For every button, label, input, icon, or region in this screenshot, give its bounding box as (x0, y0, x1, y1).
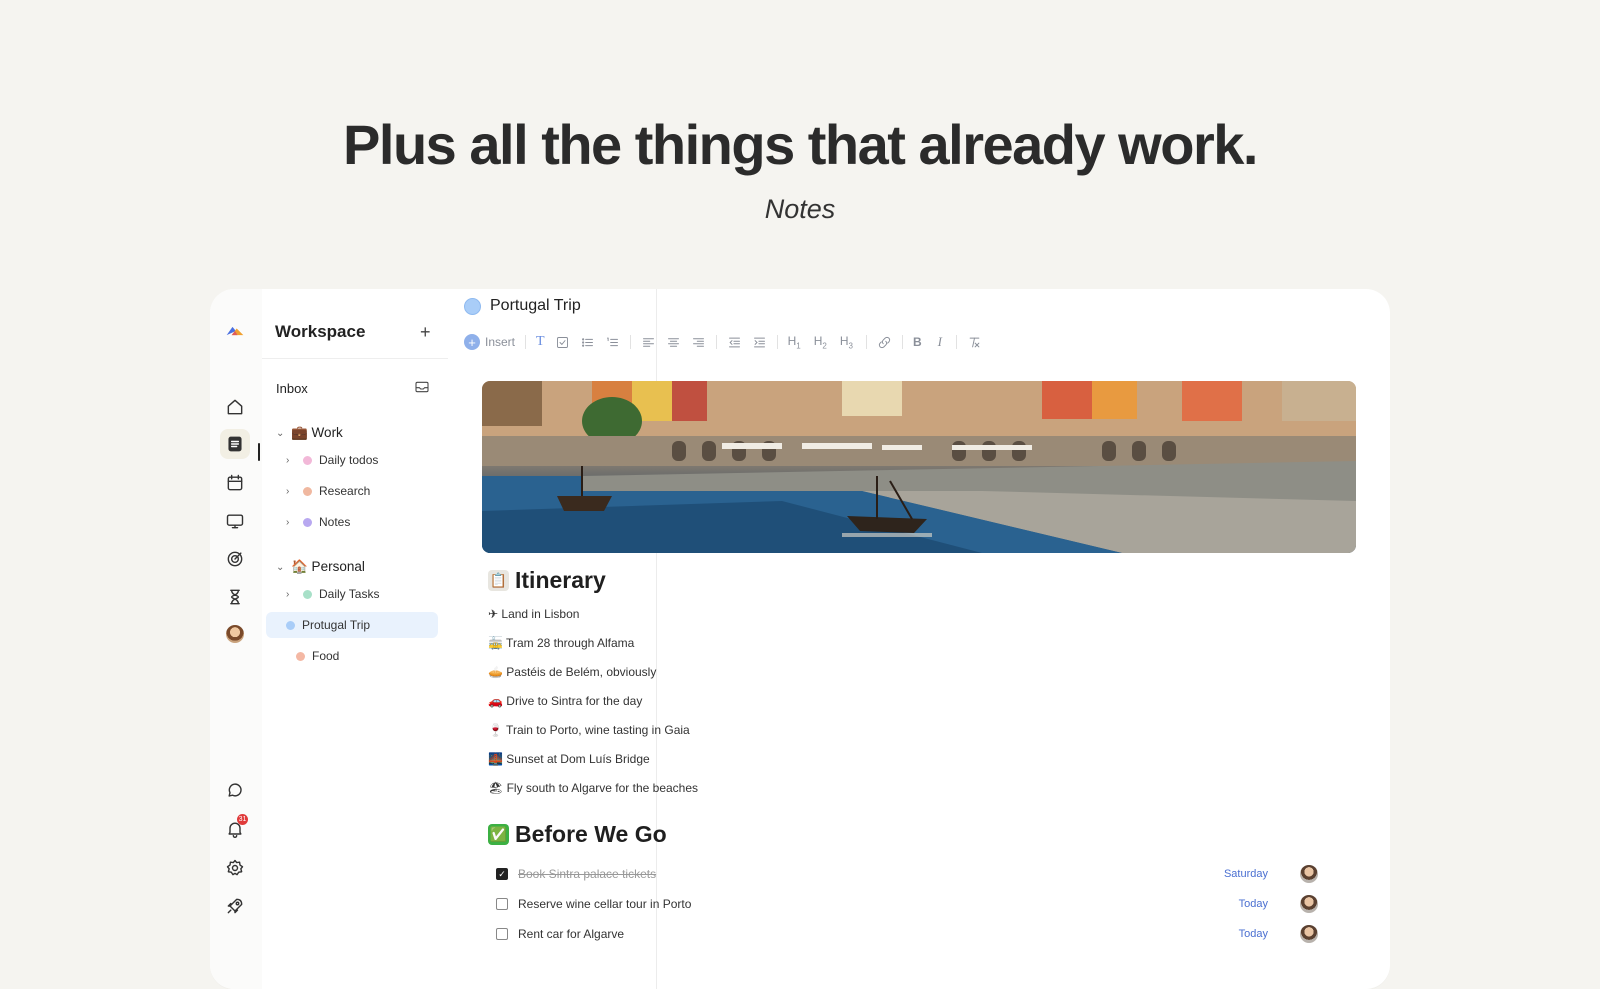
rocket-icon[interactable] (220, 891, 250, 921)
chevron-down-icon: ⌄ (276, 427, 285, 439)
clear-format-icon[interactable] (967, 335, 982, 350)
sidebar-item-food[interactable]: Food (286, 643, 432, 669)
color-dot (303, 455, 312, 465)
clipboard-icon: 📋 (488, 570, 509, 591)
doc-color-icon[interactable] (464, 297, 481, 315)
heading-3-button[interactable]: H3 (840, 334, 853, 350)
link-icon[interactable] (877, 335, 892, 350)
assignee-avatar[interactable] (1300, 925, 1318, 943)
list-item[interactable]: 🚗 Drive to Sintra for the day (488, 694, 642, 708)
plus-icon: + (464, 334, 480, 350)
check-icon: ✅ (488, 824, 509, 845)
list-item[interactable]: 🏖 Fly south to Algarve for the beaches (488, 781, 698, 795)
chevron-down-icon: ⌄ (276, 561, 285, 573)
checkbox-icon[interactable] (555, 335, 570, 350)
inbox-link[interactable]: Inbox (276, 381, 308, 396)
color-dot (303, 486, 312, 496)
checklist-heading: ✅ Before We Go (488, 821, 667, 847)
heading-2-button[interactable]: H2 (814, 334, 827, 350)
hourglass-icon[interactable] (220, 582, 250, 612)
list-item[interactable]: 🌉 Sunset at Dom Luís Bridge (488, 752, 650, 766)
notes-icon[interactable] (220, 429, 250, 459)
assignee-avatar[interactable] (1300, 895, 1318, 913)
task-row[interactable]: ✓ Book Sintra palace tickets Saturday (496, 863, 1318, 885)
active-indicator (258, 443, 260, 461)
numbered-list-icon[interactable] (605, 335, 620, 350)
color-dot (303, 589, 312, 599)
insert-button[interactable]: + Insert (464, 334, 515, 350)
cover-image (482, 381, 1356, 553)
task-row[interactable]: Reserve wine cellar tour in Porto Today (496, 893, 1318, 915)
group-work[interactable]: ⌄ 💼 Work (276, 425, 343, 441)
sidebar-item-daily-todos[interactable]: › Daily todos (286, 447, 432, 473)
avatar[interactable] (220, 619, 250, 649)
goals-icon[interactable] (220, 544, 250, 574)
list-item[interactable]: 🚋 Tram 28 through Alfama (488, 636, 634, 650)
due-date[interactable]: Saturday (1224, 868, 1268, 880)
group-personal[interactable]: ⌄ 🏠 Personal (276, 559, 365, 575)
hero-subtitle: Notes (764, 194, 836, 224)
sidebar-item-notes[interactable]: › Notes (286, 509, 432, 535)
app-window: 31 Workspace + Inbox ⌄ 💼 Work › Daily to… (210, 289, 1390, 989)
task-checkbox[interactable] (496, 898, 508, 910)
chevron-right-icon: › (286, 485, 290, 497)
settings-icon[interactable] (220, 853, 250, 883)
task-checkbox[interactable] (496, 928, 508, 940)
hero-title: Plus all the things that already work. (343, 113, 1258, 176)
task-checkbox[interactable]: ✓ (496, 868, 508, 880)
outdent-icon[interactable] (727, 335, 742, 350)
italic-button[interactable]: I (938, 334, 942, 350)
calendar-icon[interactable] (220, 468, 250, 498)
logo-icon[interactable] (220, 316, 250, 346)
align-right-icon[interactable] (691, 335, 706, 350)
workspace-title: Workspace (275, 322, 366, 341)
chevron-right-icon: › (286, 454, 290, 466)
color-dot (296, 651, 305, 661)
home-icon[interactable] (220, 392, 250, 422)
indent-icon[interactable] (752, 335, 767, 350)
notification-badge: 31 (237, 814, 248, 825)
assignee-avatar[interactable] (1300, 865, 1318, 883)
task-row[interactable]: Rent car for Algarve Today (496, 923, 1318, 945)
sidebar-item-research[interactable]: › Research (286, 478, 432, 504)
chevron-right-icon: › (286, 588, 290, 600)
editor: Portugal Trip + Insert T H1 H2 H3 B I 📋 … (448, 289, 1390, 989)
color-dot (303, 517, 312, 527)
monitor-icon[interactable] (220, 506, 250, 536)
add-button[interactable]: + (420, 322, 431, 343)
sidebar-item-daily-tasks[interactable]: › Daily Tasks (286, 581, 432, 607)
bell-icon[interactable]: 31 (220, 814, 250, 844)
doc-title[interactable]: Portugal Trip (464, 297, 581, 315)
align-center-icon[interactable] (666, 335, 681, 350)
chat-icon[interactable] (220, 776, 250, 806)
divider (262, 358, 448, 359)
icon-rail: 31 (210, 289, 262, 989)
due-date[interactable]: Today (1239, 898, 1268, 910)
due-date[interactable]: Today (1239, 928, 1268, 940)
bullet-list-icon[interactable] (580, 335, 595, 350)
align-left-icon[interactable] (641, 335, 656, 350)
chevron-right-icon: › (286, 516, 290, 528)
inbox-icon[interactable] (414, 379, 430, 395)
itinerary-heading: 📋 Itinerary (488, 567, 606, 593)
sidebar-item-portugal-trip[interactable]: Protugal Trip (266, 612, 438, 638)
text-style-button[interactable]: T (536, 334, 545, 350)
heading-1-button[interactable]: H1 (788, 334, 801, 350)
list-item[interactable]: ✈ Land in Lisbon (488, 607, 579, 621)
bold-button[interactable]: B (913, 335, 922, 349)
list-item[interactable]: 🥧 Pastéis de Belém, obviously (488, 665, 656, 679)
format-toolbar: + Insert T H1 H2 H3 B I (464, 332, 992, 352)
color-dot (286, 620, 295, 630)
list-item[interactable]: 🍷 Train to Porto, wine tasting in Gaia (488, 723, 690, 737)
